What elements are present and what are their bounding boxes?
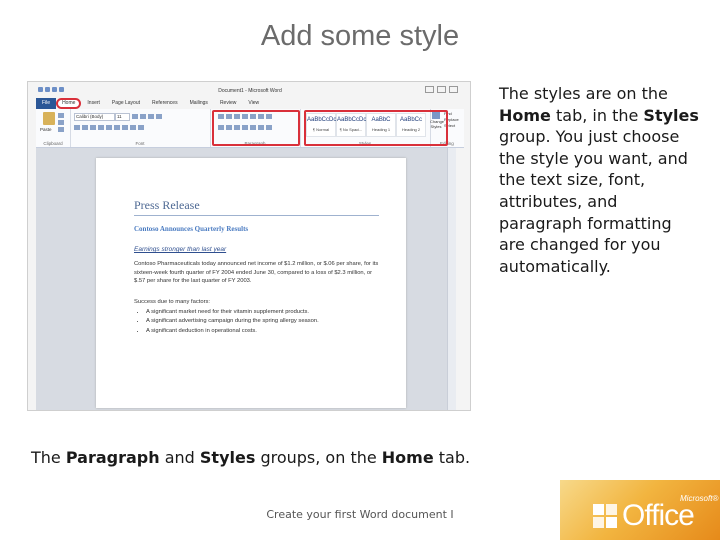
word-screenshot: Document1 - Microsoft Word File Home Ins… — [27, 81, 471, 411]
tab-review[interactable]: Review — [214, 98, 242, 109]
screenshot-caption: The Paragraph and Styles groups, on the … — [31, 448, 470, 467]
shrink-font-icon[interactable] — [140, 114, 146, 119]
italic-icon[interactable] — [82, 125, 88, 130]
list-item: A significant market need for their vita… — [146, 308, 384, 318]
tab-view[interactable]: View — [242, 98, 265, 109]
side-description: The styles are on the Home tab, in the S… — [499, 83, 699, 277]
side-text-bold: Home — [499, 105, 551, 125]
list-item: A significant deduction in operational c… — [146, 327, 384, 337]
clipboard-icons — [58, 113, 64, 132]
side-text-bold: Styles — [643, 105, 699, 125]
font-format-buttons — [74, 125, 144, 130]
styles-highlight — [304, 110, 448, 146]
footer-text: Create your first Word document I — [266, 508, 454, 521]
caption-bold: Home — [381, 448, 434, 467]
underline-icon[interactable] — [90, 125, 96, 130]
highlight-icon[interactable] — [130, 125, 136, 130]
tab-mailings[interactable]: Mailings — [184, 98, 214, 109]
side-text-part: tab, in the — [550, 105, 644, 125]
group-clipboard: Paste Clipboard — [36, 109, 71, 147]
ribbon-tabs: File Home Insert Page Layout References … — [36, 98, 464, 109]
doc-list: Success due to many factors: A significa… — [134, 298, 384, 336]
title-rule — [134, 215, 379, 216]
font-size-buttons — [132, 114, 162, 119]
paste-label: Paste — [40, 127, 52, 132]
slide-title: Add some style — [260, 20, 460, 52]
caption-part: The — [31, 448, 66, 467]
tab-references[interactable]: References — [146, 98, 184, 109]
font-size-combo[interactable]: 11 — [115, 113, 130, 121]
paragraph-highlight — [212, 110, 300, 146]
caption-bold: Paragraph — [65, 448, 160, 467]
side-text-part: The styles are on the — [499, 84, 668, 103]
caption-bold: Styles — [199, 448, 256, 467]
doc-subtitle: Contoso Announces Quarterly Results — [134, 225, 249, 233]
ribbon: Paste Clipboard Calibri (Body) 11 Font P… — [36, 109, 464, 148]
grow-font-icon[interactable] — [132, 114, 138, 119]
side-text-part: group. You just choose the style you wan… — [499, 127, 688, 276]
close-icon — [449, 86, 458, 93]
clear-formatting-icon[interactable] — [156, 114, 162, 119]
vertical-scrollbar[interactable] — [447, 148, 456, 410]
change-case-icon[interactable] — [148, 114, 154, 119]
microsoft-mark: Microsoft® — [680, 494, 719, 503]
superscript-icon[interactable] — [114, 125, 120, 130]
document-area: Press Release Contoso Announces Quarterl… — [36, 148, 456, 410]
doc-paragraph: Contoso Pharmaceuticals today announced … — [134, 261, 379, 285]
strikethrough-icon[interactable] — [98, 125, 104, 130]
tab-file[interactable]: File — [36, 98, 57, 109]
cut-icon[interactable] — [58, 113, 64, 118]
format-painter-icon[interactable] — [58, 127, 64, 132]
list-item: A significant advertising campaign durin… — [146, 317, 384, 327]
copy-icon[interactable] — [58, 120, 64, 125]
maximize-icon — [437, 86, 446, 93]
tab-insert[interactable]: Insert — [81, 98, 106, 109]
document-page[interactable]: Press Release Contoso Announces Quarterl… — [96, 158, 406, 408]
group-label-clipboard: Clipboard — [43, 141, 63, 146]
list-intro: Success due to many factors: — [134, 299, 211, 305]
window-title: Document1 - Microsoft Word — [218, 88, 282, 94]
group-font: Calibri (Body) 11 Font — [70, 109, 211, 147]
tab-home[interactable]: Home — [56, 98, 82, 109]
font-color-icon[interactable] — [138, 125, 144, 130]
subscript-icon[interactable] — [106, 125, 112, 130]
font-name-combo[interactable]: Calibri (Body) — [74, 113, 115, 121]
tab-page-layout[interactable]: Page Layout — [106, 98, 146, 109]
paste-icon[interactable] — [43, 112, 55, 125]
text-effects-icon[interactable] — [122, 125, 128, 130]
minimize-icon — [425, 86, 434, 93]
group-label-font: Font — [135, 141, 145, 146]
doc-title: Press Release — [134, 198, 200, 212]
caption-part: groups, on the — [255, 448, 382, 467]
doc-heading: Earnings stronger than last year — [134, 246, 227, 253]
bold-icon[interactable] — [74, 125, 80, 130]
caption-part: and — [159, 448, 200, 467]
window-controls — [425, 86, 458, 93]
caption-part: tab. — [433, 448, 471, 467]
